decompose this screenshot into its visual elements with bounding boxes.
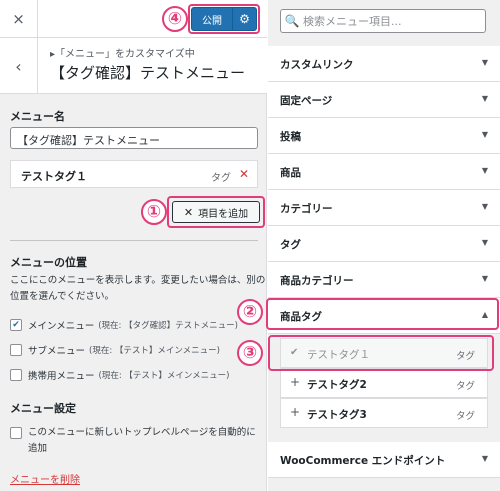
location-option-main[interactable]: ✔ メインメニュー (現在: 【タグ確認】テストメニュー) [10, 318, 238, 332]
plus-icon: + [290, 405, 301, 419]
tag-item-label: テストタグ2 [307, 379, 367, 391]
customizer-sidebar: × 公開 ⚙ ④ ‹ ▸「メニュー」をカスタマイズ中 【タグ確認】テストメニュー… [0, 0, 267, 491]
section-label: WooCommerce エンドポイント [280, 455, 446, 467]
plus-icon: + [290, 375, 301, 389]
available-items-panel: 🔍 検索メニュー項目... カスタムリンク ▼ 固定ページ ▼ 投稿 ▼ 商品 … [268, 0, 500, 491]
search-placeholder: 検索メニュー項目... [303, 15, 402, 28]
chevron-down-icon: ▼ [481, 238, 488, 247]
close-icon: ✕ [183, 205, 194, 219]
back-icon[interactable]: ‹ [0, 38, 38, 94]
section-label: カテゴリー [280, 203, 333, 215]
breadcrumb: ▸「メニュー」をカスタマイズ中 [50, 49, 195, 60]
checkbox[interactable] [10, 369, 22, 381]
delete-menu-link[interactable]: メニューを削除 [10, 471, 80, 486]
menu-name-input[interactable]: 【タグ確認】テストメニュー [10, 127, 258, 149]
callout-4: ④ [162, 6, 188, 32]
menu-location-description: ここにこのメニューを表示します。変更したい場合は、別の位置を選んでください。 [10, 275, 266, 302]
menu-item-type: タグ [211, 173, 231, 184]
section-label: カスタムリンク [280, 59, 354, 71]
menu-item-row[interactable]: テストタグ１ タグ ✕ [10, 160, 258, 188]
highlight-product-tags [266, 298, 499, 330]
auto-add-pages-option[interactable]: このメニューに新しいトップレベルページを自動的に追加 [10, 425, 260, 457]
menu-name-label: メニュー名 [10, 110, 65, 123]
menu-item-title: テストタグ１ [21, 170, 87, 183]
location-option-mobile[interactable]: 携帯用メニュー (現在: 【テスト】メインメニュー) [10, 368, 229, 382]
menu-settings-heading: メニュー設定 [10, 402, 76, 415]
callout-1: ① [141, 199, 167, 225]
location-label: サブメニュー [28, 346, 86, 357]
highlight-publish [188, 4, 260, 34]
chevron-down-icon: ▼ [481, 454, 488, 463]
chevron-down-icon: ▼ [481, 130, 488, 139]
chevron-down-icon: ▼ [481, 202, 488, 211]
section-label: 固定ページ [280, 95, 333, 107]
section-label: 投稿 [280, 131, 301, 143]
section-label: 商品カテゴリー [280, 275, 354, 287]
remove-item-icon[interactable]: ✕ [239, 167, 249, 181]
search-input[interactable]: 🔍 検索メニュー項目... [280, 9, 486, 33]
page-title: 【タグ確認】テストメニュー [50, 64, 246, 82]
auto-add-label: このメニューに新しいトップレベルページを自動的に追加 [28, 427, 256, 454]
chevron-down-icon: ▼ [481, 94, 488, 103]
location-current: (現在: 【テスト】メインメニュー) [98, 371, 230, 381]
section-tags[interactable]: タグ ▼ [268, 226, 500, 262]
search-icon: 🔍 [284, 14, 300, 28]
chevron-down-icon: ▼ [481, 166, 488, 175]
section-custom-links[interactable]: カスタムリンク ▼ [268, 46, 500, 82]
tag-item-type: タグ [455, 381, 475, 392]
highlight-added-tag [268, 335, 494, 371]
callout-3: ③ [237, 340, 263, 366]
section-product-categories[interactable]: 商品カテゴリー ▼ [268, 262, 500, 298]
add-items-label: 項目を追加 [198, 208, 249, 220]
location-current: (現在: 【テスト】メインメニュー) [89, 346, 220, 356]
tag-item-label: テストタグ3 [307, 409, 367, 421]
section-posts[interactable]: 投稿 ▼ [268, 118, 500, 154]
tag-item[interactable]: + テストタグ3 タグ [280, 398, 488, 428]
checkbox[interactable] [10, 427, 22, 439]
checkbox[interactable] [10, 344, 22, 356]
section-pages[interactable]: 固定ページ ▼ [268, 82, 500, 118]
tag-item[interactable]: + テストタグ2 タグ [280, 368, 488, 398]
section-categories[interactable]: カテゴリー ▼ [268, 190, 500, 226]
checkbox-checked[interactable]: ✔ [10, 319, 22, 331]
menu-location-heading: メニューの位置 [10, 256, 87, 269]
location-label: 携帯用メニュー [28, 371, 95, 382]
callout-2: ② [237, 299, 263, 325]
section-label: 商品 [280, 167, 301, 179]
section-header: ‹ ▸「メニュー」をカスタマイズ中 【タグ確認】テストメニュー [0, 38, 267, 94]
location-label: メインメニュー [28, 321, 95, 332]
divider [10, 240, 258, 241]
section-woocommerce-endpoints[interactable]: WooCommerce エンドポイント ▼ [268, 442, 500, 478]
location-option-sub[interactable]: サブメニュー (現在: 【テスト】メインメニュー) [10, 343, 220, 357]
chevron-down-icon: ▼ [481, 58, 488, 67]
add-items-button[interactable]: ✕ 項目を追加 [172, 201, 260, 223]
tag-item-type: タグ [455, 411, 475, 422]
section-label: タグ [280, 239, 301, 251]
section-products[interactable]: 商品 ▼ [268, 154, 500, 190]
close-icon[interactable]: × [0, 0, 38, 38]
chevron-down-icon: ▼ [481, 274, 488, 283]
location-current: (現在: 【タグ確認】テストメニュー) [98, 321, 238, 331]
